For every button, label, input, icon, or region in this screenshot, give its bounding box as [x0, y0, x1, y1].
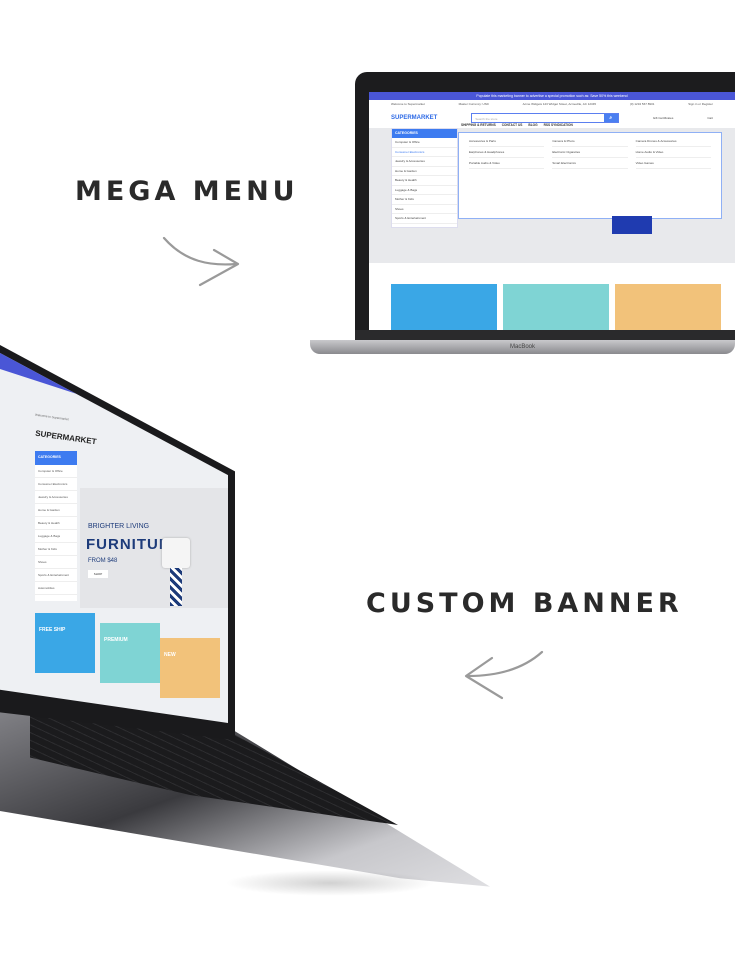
mega-menu-item[interactable]: Camera & Photo [552, 136, 628, 147]
promo-tile-fashion[interactable] [615, 284, 721, 330]
category-item[interactable]: Beauty & Health [35, 517, 77, 530]
promo-tile-label: FREE SHIP [39, 627, 66, 633]
search-icon[interactable]: ⌕ [603, 114, 618, 122]
main-nav: SHIPPING & RETURNS CONTACT US BLOG RSS S… [461, 123, 573, 127]
banner-price: FROM $48 [88, 558, 118, 564]
category-item[interactable]: Home & Garden [392, 167, 457, 176]
phone-text: (0) 1234 567 8901 [629, 102, 655, 106]
hero-product-image [612, 216, 652, 234]
cart-link[interactable]: Cart [707, 116, 713, 120]
welcome-text: Welcome to Supermarket [391, 102, 425, 106]
promo-tile-phone[interactable] [503, 284, 609, 330]
mega-menu-item[interactable]: Accessories & Parts [469, 136, 545, 147]
lamp-shade-image [162, 538, 190, 568]
promo-tiles [391, 284, 721, 330]
category-item[interactable]: Sports & Entertainment [392, 214, 457, 224]
category-item[interactable]: Mother & Kids [35, 543, 77, 556]
category-item[interactable]: Shoes [35, 556, 77, 569]
welcome-text: Welcome to Supermarket [34, 412, 69, 422]
category-item[interactable]: Sports & Entertainment [35, 569, 77, 582]
search-input[interactable]: Search the store [472, 114, 603, 122]
nav-shipping[interactable]: SHIPPING & RETURNS [461, 123, 496, 127]
sidebar-header[interactable]: CATEGORIES [392, 129, 457, 138]
custom-banner[interactable]: BRIGHTER LIVING FURNITURE FROM $48 SHOP [80, 488, 228, 608]
currency-select[interactable]: Master Currency: USD [459, 100, 489, 108]
lamp-base-image [170, 568, 182, 606]
mega-menu-item[interactable]: Home Audio & Video [635, 147, 711, 158]
arrow-right-icon [162, 236, 240, 287]
category-sidebar: CATEGORIES Computer & Office Consumer El… [35, 451, 77, 601]
sidebar-header[interactable]: CATEGORIES [35, 451, 77, 465]
promo-tile-phone[interactable]: PREMIUM [100, 623, 160, 683]
laptop-custom-banner: Welcome to Supermarket SUPERMARKET CATEG… [0, 345, 500, 905]
mega-menu-item[interactable]: Video Games [635, 158, 711, 169]
promo-tile-fashion[interactable]: NEW [160, 638, 220, 698]
category-item[interactable]: Computer & Office [392, 138, 457, 148]
promo-tile-headphones[interactable] [391, 284, 497, 330]
store-logo[interactable]: SUPERMARKET [35, 429, 97, 447]
category-item[interactable]: Computer & Office [35, 465, 77, 478]
category-item[interactable]: Consumer Electronics [35, 478, 77, 491]
laptop-screen: Populate this marketing banner to advert… [369, 92, 735, 330]
promo-bar: Populate this marketing banner to advert… [369, 92, 735, 100]
category-item[interactable]: Beauty & Health [392, 176, 457, 186]
hero-area: SHIPPING & RETURNS CONTACT US BLOG RSS S… [369, 123, 735, 263]
category-item[interactable]: Shoes [392, 205, 457, 214]
promo-tile-label: PREMIUM [104, 637, 128, 643]
mega-menu-headline: MEGA MENU [75, 176, 299, 207]
category-sidebar: CATEGORIES Computer & Office Consumer El… [391, 128, 458, 228]
category-item[interactable]: Mother & Kids [392, 195, 457, 205]
search-bar[interactable]: Search the store ⌕ [471, 113, 619, 123]
gift-certificates-link[interactable]: Gift Certificates [653, 116, 674, 120]
category-item[interactable]: Home & Garden [35, 504, 77, 517]
nav-blog[interactable]: BLOG [528, 123, 537, 127]
address-text: Acme Widgets 123 Widget Street, Acmevill… [522, 102, 597, 106]
category-item[interactable]: Luggage & Bags [392, 186, 457, 195]
mega-menu-item[interactable]: Earphones & Headphones [469, 147, 545, 158]
category-item[interactable]: Jewelry & Accessories [35, 491, 77, 504]
category-item[interactable]: Consumer Electronics [392, 148, 457, 157]
category-item[interactable]: Luggage & Bags [35, 530, 77, 543]
nav-contact[interactable]: CONTACT US [502, 123, 523, 127]
mega-menu-item[interactable]: Portable Audio & Video [469, 158, 545, 169]
category-item[interactable]: Jewelry & Accessories [392, 157, 457, 167]
mega-menu-panel: Accessories & Parts Camera & Photo Camer… [458, 132, 722, 219]
store-logo[interactable]: SUPERMARKET [391, 115, 437, 121]
mega-menu-item[interactable]: Smart Electronics [552, 158, 628, 169]
laptop-shadow [225, 870, 435, 896]
utility-bar: Welcome to Supermarket Master Currency: … [369, 100, 735, 108]
mega-menu-item[interactable]: Electronic Cigarettes [552, 147, 628, 158]
promo-tile-headphones[interactable]: FREE SHIP [35, 613, 95, 673]
mega-menu-item[interactable]: Camera Drones & Accessories [635, 136, 711, 147]
category-item[interactable]: Automobiles [35, 582, 77, 595]
nav-rss[interactable]: RSS SYNDICATION [544, 123, 573, 127]
banner-shop-button[interactable]: SHOP [88, 570, 108, 578]
promo-tile-label: NEW [164, 652, 176, 658]
banner-line-1: BRIGHTER LIVING [88, 523, 150, 530]
account-link[interactable]: Sign in or Register [688, 100, 713, 108]
laptop-mega-menu: Populate this marketing banner to advert… [310, 72, 735, 362]
